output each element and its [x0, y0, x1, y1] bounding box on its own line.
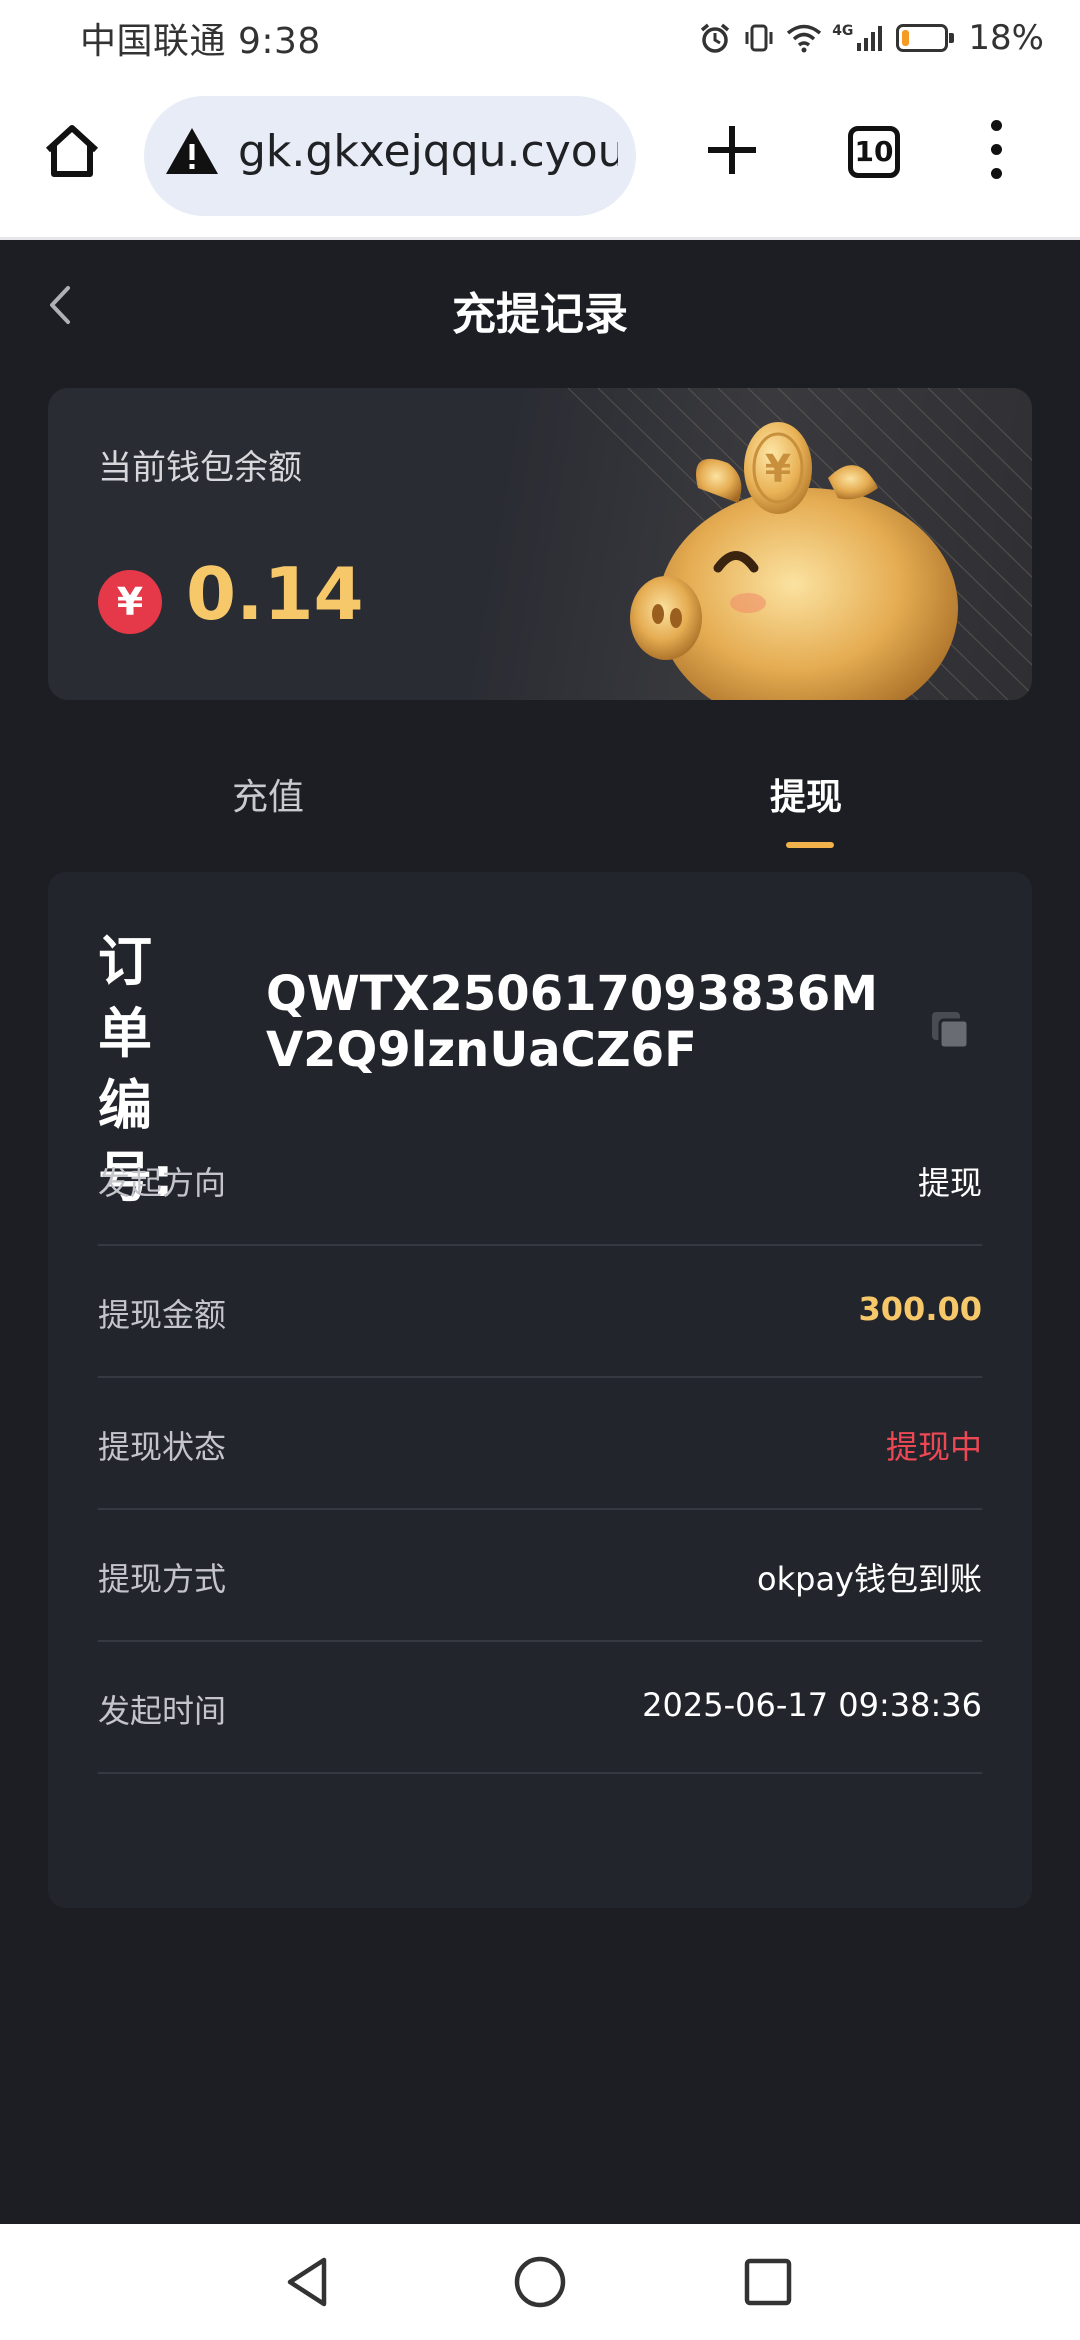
wallet-balance-amount: 0.14 [186, 552, 364, 636]
copy-icon[interactable] [928, 1008, 972, 1052]
piggy-bank-icon: ¥ [630, 422, 958, 700]
signal-icon: 4G [832, 23, 886, 53]
browser-toolbar: gk.gkxejqqu.cyou 10 [0, 80, 1080, 240]
detail-row-status: 提现状态 提现中 [98, 1378, 982, 1510]
page-title: 充提记录 [452, 289, 628, 340]
menu-dot-icon [990, 120, 1002, 131]
status-value: 提现中 [885, 1428, 982, 1466]
menu-dot-icon [990, 144, 1002, 155]
detail-row-amount: 提现金额 300.00 [98, 1246, 982, 1378]
alarm-icon [698, 21, 732, 55]
method-label: 提现方式 [98, 1560, 227, 1598]
new-tab-button[interactable] [704, 122, 760, 178]
detail-row-time: 发起时间 2025-06-17 09:38:36 [98, 1642, 982, 1774]
screen: 中国联通 9:38 4G 18% gk.gkxejqqu.cyou 10 充提记… [0, 0, 1080, 2340]
home-button[interactable] [40, 120, 104, 184]
network-type: 4G [832, 23, 854, 39]
direction-value: 提现 [917, 1164, 982, 1202]
menu-dot-icon [990, 168, 1002, 179]
nav-home-button[interactable] [512, 2254, 568, 2310]
status-label: 提现状态 [98, 1428, 227, 1466]
record-tabs: 充值 提现 [0, 740, 1080, 850]
time-value: 2025-06-17 09:38:36 [642, 1686, 982, 1724]
svg-text:¥: ¥ [765, 447, 791, 491]
detail-row-direction: 发起方向 提现 [98, 1114, 982, 1246]
battery-icon [896, 24, 955, 52]
wifi-icon [786, 22, 822, 54]
plus-icon [708, 126, 756, 174]
method-value: okpay钱包到账 [757, 1560, 982, 1598]
nav-recents-button[interactable] [740, 2254, 796, 2310]
amount-label: 提现金额 [98, 1296, 227, 1334]
order-number-value: QWTX250617093836MV2Q9lznUaCZ6F [266, 966, 879, 1078]
direction-label: 发起方向 [98, 1164, 227, 1202]
nav-back-button[interactable] [280, 2254, 336, 2310]
active-tab-indicator [786, 842, 834, 848]
vibrate-icon [742, 21, 776, 55]
warning-icon[interactable] [164, 124, 220, 180]
battery-level [902, 30, 910, 46]
carrier-time: 中国联通 9:38 [80, 21, 321, 62]
order-detail-card: 订单编号: QWTX250617093836MV2Q9lznUaCZ6F 发起方… [48, 872, 1032, 1908]
more-menu-button[interactable] [984, 120, 1008, 190]
triangle-back-icon [287, 2257, 327, 2307]
address-bar[interactable]: gk.gkxejqqu.cyou [144, 96, 636, 216]
tab-deposit[interactable]: 充值 [232, 768, 304, 820]
detail-row-method: 提现方式 okpay钱包到账 [98, 1510, 982, 1642]
status-icons: 4G 18% [698, 12, 1044, 64]
wallet-balance-label: 当前钱包余额 [98, 448, 302, 488]
home-icon [45, 125, 99, 177]
circle-home-icon [514, 2256, 566, 2308]
time-label: 发起时间 [98, 1692, 227, 1730]
page-header: 充提记录 [0, 240, 1080, 370]
url-text[interactable]: gk.gkxejqqu.cyou [238, 126, 618, 177]
amount-value: 300.00 [858, 1290, 982, 1328]
system-navigation-bar [0, 2224, 1080, 2340]
square-recents-icon [744, 2258, 792, 2306]
tab-withdraw[interactable]: 提现 [770, 768, 842, 820]
yuan-icon: ¥ [98, 570, 162, 634]
battery-percent: 18% [968, 18, 1044, 58]
wallet-balance-card: 当前钱包余额 ¥ 0.14 ¥ [48, 388, 1032, 700]
tab-switcher-button[interactable]: 10 [848, 126, 900, 178]
status-bar: 中国联通 9:38 4G 18% [0, 0, 1080, 80]
